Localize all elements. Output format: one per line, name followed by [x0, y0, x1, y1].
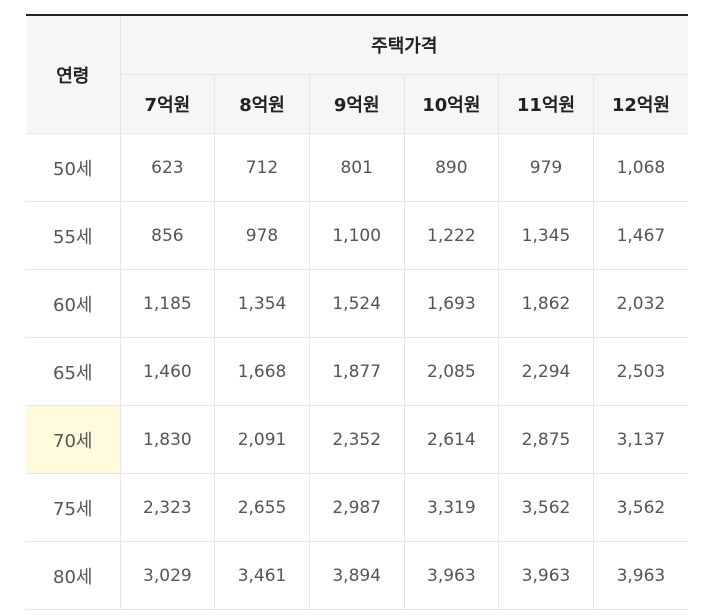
pension-value-cell: 2,085	[404, 337, 500, 406]
table-row: 50세 623 712 801 890 979 1,068	[26, 133, 688, 202]
price-column-header: 11억원	[498, 74, 594, 134]
house-price-group-header: 주택가격	[120, 15, 688, 75]
pension-value-cell: 1,877	[309, 337, 405, 406]
age-cell: 75세	[26, 473, 121, 542]
pension-value-cell: 2,032	[593, 269, 688, 338]
age-column-header: 연령	[26, 15, 121, 134]
age-cell: 65세	[26, 337, 121, 406]
pension-value-cell: 2,352	[309, 405, 405, 474]
pension-value-cell: 3,461	[214, 541, 310, 610]
pension-value-cell: 3,137	[593, 405, 688, 474]
pension-value-cell: 623	[120, 133, 216, 202]
pension-value-cell: 1,693	[404, 269, 500, 338]
age-cell: 80세	[26, 541, 121, 610]
pension-value-cell: 3,562	[498, 473, 594, 542]
price-column-header: 10억원	[404, 74, 500, 134]
pension-value-cell: 3,894	[309, 541, 405, 610]
pension-value-cell: 1,862	[498, 269, 594, 338]
table-row: 70세 1,830 2,091 2,352 2,614 2,875 3,137	[26, 405, 688, 474]
pension-value-cell: 1,460	[120, 337, 216, 406]
pension-value-cell: 2,655	[214, 473, 310, 542]
pension-value-cell: 1,222	[404, 201, 500, 270]
price-column-header: 7억원	[120, 74, 216, 134]
table-row: 80세 3,029 3,461 3,894 3,963 3,963 3,963	[26, 541, 688, 610]
price-column-header: 12억원	[593, 74, 688, 134]
pension-value-cell: 1,830	[120, 405, 216, 474]
pension-value-cell: 1,345	[498, 201, 594, 270]
table-row: 65세 1,460 1,668 1,877 2,085 2,294 2,503	[26, 337, 688, 406]
pension-value-cell: 2,091	[214, 405, 310, 474]
pension-value-cell: 3,029	[120, 541, 216, 610]
age-cell: 55세	[26, 201, 121, 270]
pension-value-cell: 2,614	[404, 405, 500, 474]
pension-table: 연령 주택가격 7억원 8억원 9억원 10억원 11억원 12억원 50세 62…	[26, 14, 688, 610]
pension-value-cell: 2,503	[593, 337, 688, 406]
table-row: 60세 1,185 1,354 1,524 1,693 1,862 2,032	[26, 269, 688, 338]
pension-value-cell: 856	[120, 201, 216, 270]
pension-value-cell: 890	[404, 133, 500, 202]
pension-value-cell: 3,963	[498, 541, 594, 610]
pension-value-cell: 3,963	[593, 541, 688, 610]
pension-value-cell: 3,963	[404, 541, 500, 610]
pension-value-cell: 1,100	[309, 201, 405, 270]
pension-value-cell: 1,668	[214, 337, 310, 406]
table-body: 50세 623 712 801 890 979 1,068 55세 856 978 1,100 1,2…	[26, 133, 688, 610]
pension-value-cell: 3,562	[593, 473, 688, 542]
price-column-header: 9억원	[309, 74, 405, 134]
age-cell: 60세	[26, 269, 121, 338]
pension-value-cell: 2,294	[498, 337, 594, 406]
table-row: 55세 856 978 1,100 1,222 1,345 1,467	[26, 201, 688, 270]
pension-value-cell: 801	[309, 133, 405, 202]
pension-value-cell: 978	[214, 201, 310, 270]
age-cell: 50세	[26, 133, 121, 202]
age-cell: 70세	[26, 405, 121, 474]
table-row: 75세 2,323 2,655 2,987 3,319 3,562 3,562	[26, 473, 688, 542]
pension-value-cell: 2,987	[309, 473, 405, 542]
pension-value-cell: 1,524	[309, 269, 405, 338]
pension-value-cell: 3,319	[404, 473, 500, 542]
pension-value-cell: 712	[214, 133, 310, 202]
price-column-header: 8억원	[214, 74, 310, 134]
pension-value-cell: 1,068	[593, 133, 688, 202]
pension-value-cell: 1,354	[214, 269, 310, 338]
table-header: 연령 주택가격 7억원 8억원 9억원 10억원 11억원 12억원	[26, 15, 688, 134]
pension-value-cell: 1,467	[593, 201, 688, 270]
pension-value-cell: 979	[498, 133, 594, 202]
pension-value-cell: 2,875	[498, 405, 594, 474]
pension-value-cell: 1,185	[120, 269, 216, 338]
pension-value-cell: 2,323	[120, 473, 216, 542]
